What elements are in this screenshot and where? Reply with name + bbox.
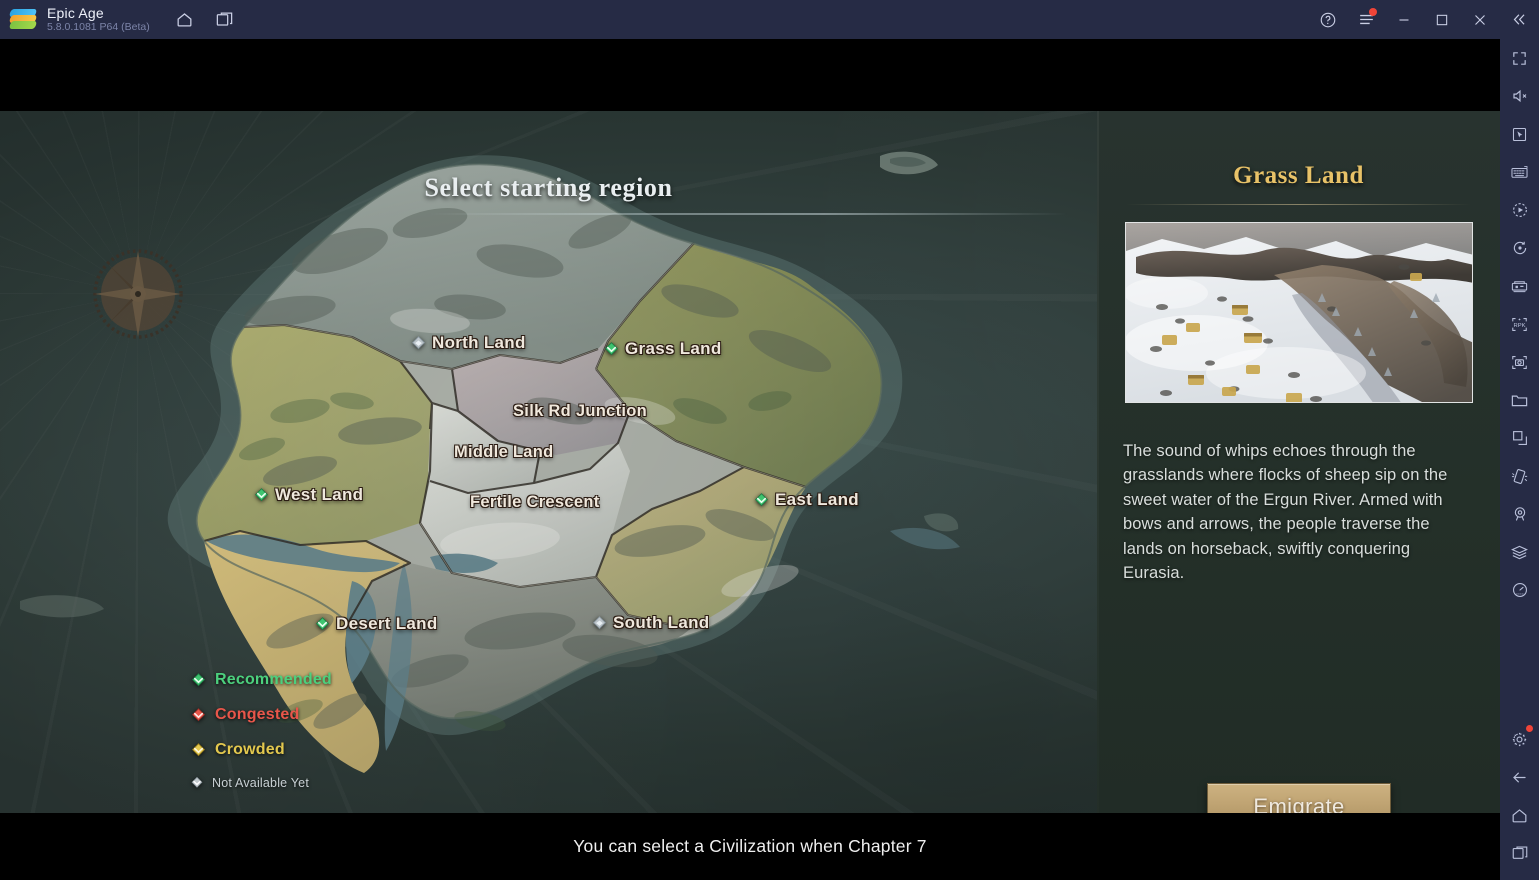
macro-recorder-icon[interactable] — [1500, 191, 1539, 229]
legend-label: Recommended — [215, 671, 332, 688]
map-label-fertile-crescent: Fertile Crescent — [470, 493, 600, 512]
settings-notification-badge — [1526, 725, 1533, 732]
help-icon[interactable] — [1309, 0, 1347, 39]
bluestacks-logo-icon — [8, 7, 38, 33]
minimize-icon[interactable] — [1385, 0, 1423, 39]
world-map[interactable] — [0, 111, 1097, 813]
fullscreen-icon[interactable] — [1500, 39, 1539, 77]
multi-instance-sync-icon[interactable] — [1500, 267, 1539, 305]
recents-icon[interactable] — [1500, 834, 1539, 872]
map-label-text: South Land — [613, 613, 710, 632]
map-label-north-land[interactable]: North Land — [410, 333, 526, 353]
home-icon[interactable] — [174, 9, 196, 31]
layers-icon[interactable] — [1500, 533, 1539, 571]
legend-label: Crowded — [215, 741, 285, 758]
title-divider — [428, 213, 1068, 215]
map-legend: Recommended Congested Crowded Not Availa… — [190, 671, 332, 807]
region-marker-unavailable-icon — [410, 335, 427, 352]
map-label-text: East Land — [775, 490, 859, 509]
map-label-grass-land[interactable]: Grass Land — [603, 339, 722, 359]
svg-text:RPK: RPK — [1513, 322, 1525, 328]
letterbox-bottom: You can select a Civilization when Chapt… — [0, 813, 1500, 880]
rpk-icon[interactable]: RPK — [1500, 305, 1539, 343]
menu-notification-badge — [1369, 8, 1377, 16]
map-label-text: North Land — [432, 333, 526, 352]
map-label-text: Fertile Crescent — [470, 493, 600, 511]
region-marker-recommended-icon — [603, 341, 620, 358]
map-label-text: Grass Land — [625, 339, 722, 358]
letterbox-top — [0, 39, 1500, 111]
map-label-silk-rd-junction: Silk Rd Junction — [513, 402, 647, 421]
map-label-desert-land[interactable]: Desert Land — [314, 614, 438, 634]
legend-marker-congested-icon — [190, 707, 207, 724]
region-marker-recommended-icon — [253, 487, 270, 504]
app-version: 5.8.0.1081 P64 (Beta) — [47, 21, 150, 34]
map-label-text: Middle Land — [454, 443, 554, 461]
window-controls — [1309, 0, 1539, 39]
map-label-text: West Land — [275, 485, 364, 504]
map-label-text: Silk Rd Junction — [513, 402, 648, 420]
legend-marker-crowded-icon — [190, 742, 207, 759]
legend-label: Not Available Yet — [212, 776, 309, 790]
region-title: Grass Land — [1233, 162, 1364, 189]
performance-icon[interactable] — [1500, 571, 1539, 609]
app-meta: Epic Age 5.8.0.1081 P64 (Beta) — [47, 4, 150, 34]
title-bar: Epic Age 5.8.0.1081 P64 (Beta) — [0, 0, 1539, 39]
game-screen: Select starting region North Land Grass … — [0, 111, 1500, 813]
region-marker-recommended-icon — [753, 492, 770, 509]
legend-item-congested: Congested — [190, 706, 332, 724]
settings-icon[interactable] — [1500, 720, 1539, 758]
multi-instance-icon[interactable] — [214, 9, 236, 31]
close-icon[interactable] — [1461, 0, 1499, 39]
region-marker-recommended-icon — [314, 616, 331, 633]
title-bar-quick-icons — [174, 9, 236, 31]
location-icon[interactable] — [1500, 495, 1539, 533]
legend-marker-unavailable-icon — [190, 776, 204, 790]
legend-item-crowded: Crowded — [190, 741, 332, 759]
resize-window-icon[interactable] — [1500, 419, 1539, 457]
region-description: The sound of whips echoes through the gr… — [1123, 442, 1448, 583]
compass-rose-icon — [88, 244, 188, 344]
mute-icon[interactable] — [1500, 77, 1539, 115]
map-label-text: Desert Land — [336, 614, 438, 633]
legend-label: Congested — [215, 706, 300, 723]
legend-marker-recommended-icon — [190, 672, 207, 689]
legend-item-recommended: Recommended — [190, 671, 332, 689]
app-title: Epic Age — [47, 4, 104, 21]
maximize-icon[interactable] — [1423, 0, 1461, 39]
collapse-sidebar-icon[interactable] — [1499, 0, 1537, 39]
map-label-middle-land: Middle Land — [454, 443, 554, 462]
region-info-panel: Grass Land The sound of whips echoes thr… — [1097, 111, 1500, 813]
screenshot-icon[interactable] — [1500, 343, 1539, 381]
map-label-east-land[interactable]: East Land — [753, 490, 859, 510]
sync-operations-icon[interactable] — [1500, 229, 1539, 267]
grass-land-preview-image — [1124, 222, 1473, 403]
page-title: Select starting region — [424, 173, 673, 202]
bottom-tip-text: You can select a Civilization when Chapt… — [573, 836, 927, 856]
region-marker-unavailable-icon — [591, 615, 608, 632]
side-toolbar: RPK — [1500, 39, 1539, 880]
keymapping-cursor-icon[interactable] — [1500, 115, 1539, 153]
menu-icon[interactable] — [1347, 0, 1385, 39]
emigrate-button[interactable]: Emigrate — [1207, 783, 1391, 813]
world-map-svg — [20, 151, 960, 773]
home-icon[interactable] — [1500, 796, 1539, 834]
region-title-divider — [1126, 204, 1471, 205]
shake-icon[interactable] — [1500, 457, 1539, 495]
back-icon[interactable] — [1500, 758, 1539, 796]
keyboard-icon[interactable] — [1500, 153, 1539, 191]
map-label-south-land[interactable]: South Land — [591, 613, 709, 633]
media-folder-icon[interactable] — [1500, 381, 1539, 419]
legend-item-not-available: Not Available Yet — [190, 776, 332, 790]
game-viewport: Select starting region North Land Grass … — [0, 39, 1500, 880]
map-label-west-land[interactable]: West Land — [253, 485, 363, 505]
bluestacks-window: Epic Age 5.8.0.1081 P64 (Beta) RPK Selec… — [0, 0, 1539, 880]
emigrate-button-label: Emigrate — [1253, 794, 1345, 813]
